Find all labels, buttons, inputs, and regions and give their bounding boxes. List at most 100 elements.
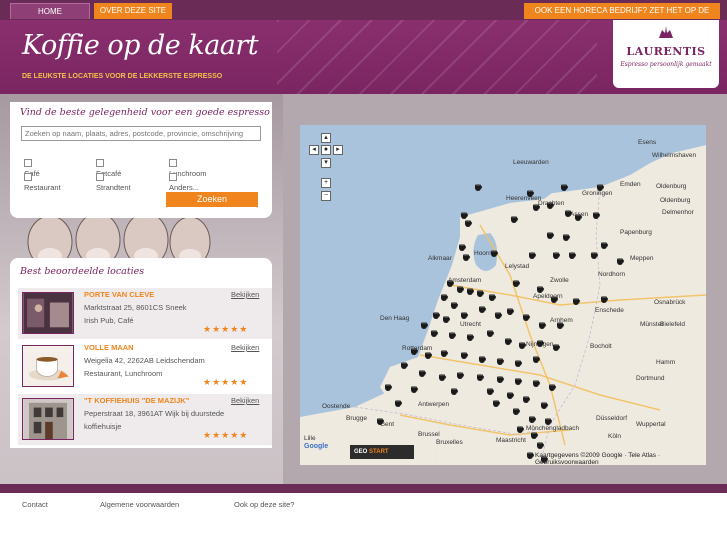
coffee-marker-icon[interactable] [546,201,555,210]
coffee-marker-icon[interactable] [464,219,473,228]
coffee-marker-icon[interactable] [590,251,599,260]
coffee-marker-icon[interactable] [440,293,449,302]
coffee-marker-icon[interactable] [600,295,609,304]
coffee-marker-icon[interactable] [478,355,487,364]
coffee-marker-icon[interactable] [432,311,441,320]
zoom-in-button[interactable]: + [321,178,331,188]
coffee-marker-icon[interactable] [394,399,403,408]
coffee-marker-icon[interactable] [430,329,439,338]
coffee-marker-icon[interactable] [486,329,495,338]
terms-link[interactable]: Algemene voorwaarden [100,500,179,509]
view-location-link[interactable]: Bekijken [231,396,259,405]
coffee-marker-icon[interactable] [478,305,487,314]
geostart-logo[interactable]: GEO START [350,445,414,459]
search-button[interactable]: Zoeken [166,192,258,207]
pan-down-icon[interactable]: ▾ [321,158,331,168]
coffee-marker-icon[interactable] [448,331,457,340]
coffee-marker-icon[interactable] [596,183,605,192]
coffee-marker-icon[interactable] [572,297,581,306]
coffee-marker-icon[interactable] [540,401,549,410]
coffee-marker-icon[interactable] [450,387,459,396]
coffee-marker-icon[interactable] [460,351,469,360]
coffee-marker-icon[interactable] [506,307,515,316]
coffee-marker-icon[interactable] [462,253,471,262]
location-photo[interactable] [22,345,74,387]
coffee-marker-icon[interactable] [526,189,535,198]
coffee-marker-icon[interactable] [488,293,497,302]
coffee-marker-icon[interactable] [474,183,483,192]
coffee-marker-icon[interactable] [616,257,625,266]
location-name[interactable]: VOLLE MAAN [84,343,134,352]
coffee-marker-icon[interactable] [518,341,527,350]
coffee-marker-icon[interactable] [492,399,501,408]
coffee-marker-icon[interactable] [400,361,409,370]
coffee-marker-icon[interactable] [560,183,569,192]
coffee-marker-icon[interactable] [438,373,447,382]
coffee-marker-icon[interactable] [522,313,531,322]
coffee-marker-icon[interactable] [532,355,541,364]
coffee-marker-icon[interactable] [526,451,535,460]
coffee-marker-icon[interactable] [514,377,523,386]
coffee-marker-icon[interactable] [446,279,455,288]
coffee-marker-icon[interactable] [512,279,521,288]
coffee-marker-icon[interactable] [544,417,553,426]
coffee-marker-icon[interactable] [490,249,499,258]
map-provider-logo[interactable]: Google [304,443,328,450]
coffee-marker-icon[interactable] [466,333,475,342]
coffee-marker-icon[interactable] [450,301,459,310]
coffee-marker-icon[interactable] [548,383,557,392]
zoom-out-button[interactable]: − [321,191,331,201]
coffee-marker-icon[interactable] [514,359,523,368]
coffee-marker-icon[interactable] [510,215,519,224]
sponsor-logo[interactable]: LAURENTIS Espresso persoonlijk gemaakt [613,20,719,88]
coffee-marker-icon[interactable] [494,311,503,320]
coffee-marker-icon[interactable] [506,391,515,400]
filter-cafe-checkbox[interactable]: Café [24,159,40,178]
coffee-marker-icon[interactable] [536,339,545,348]
coffee-marker-icon[interactable] [476,289,485,298]
site-logo[interactable]: Koffie op de kaart [22,30,259,61]
coffee-marker-icon[interactable] [456,371,465,380]
coffee-marker-icon[interactable] [600,241,609,250]
coffee-marker-icon[interactable] [536,441,545,450]
contact-link[interactable]: Contact [22,500,48,509]
coffee-marker-icon[interactable] [440,349,449,358]
coffee-marker-icon[interactable] [556,321,565,330]
coffee-marker-icon[interactable] [410,385,419,394]
coffee-marker-icon[interactable] [568,251,577,260]
coffee-marker-icon[interactable] [532,203,541,212]
coffee-marker-icon[interactable] [456,285,465,294]
coffee-marker-icon[interactable] [550,295,559,304]
tab-home[interactable]: HOME [10,3,90,19]
own-site-link[interactable]: Ook op deze site? [234,500,294,509]
coffee-marker-icon[interactable] [592,211,601,220]
coffee-marker-icon[interactable] [532,379,541,388]
coffee-marker-icon[interactable] [512,407,521,416]
coffee-marker-icon[interactable] [546,231,555,240]
coffee-marker-icon[interactable] [442,315,451,324]
coffee-marker-icon[interactable] [562,233,571,242]
coffee-marker-icon[interactable] [522,395,531,404]
view-location-link[interactable]: Bekijken [231,290,259,299]
coffee-marker-icon[interactable] [496,375,505,384]
coffee-marker-icon[interactable] [496,357,505,366]
filter-lunchroom-checkbox[interactable]: Lunchroom [169,159,207,178]
pan-left-icon[interactable]: ◂ [309,145,319,155]
coffee-marker-icon[interactable] [424,351,433,360]
filter-strandtent-checkbox[interactable]: Strandtent [96,173,131,192]
coffee-marker-icon[interactable] [564,209,573,218]
coffee-marker-icon[interactable] [384,383,393,392]
search-input[interactable] [21,126,261,141]
view-location-link[interactable]: Bekijken [231,343,259,352]
location-photo[interactable] [22,398,74,440]
coffee-marker-icon[interactable] [574,213,583,222]
coffee-marker-icon[interactable] [460,311,469,320]
pan-center-icon[interactable]: ● [321,145,331,155]
location-map[interactable]: Esens Wilhelmshaven Leeuwarden Groningen… [300,125,706,465]
coffee-marker-icon[interactable] [458,243,467,252]
coffee-marker-icon[interactable] [420,321,429,330]
tab-about[interactable]: OVER DEZE SITE [94,3,172,19]
coffee-marker-icon[interactable] [376,417,385,426]
pan-up-icon[interactable]: ▴ [321,133,331,143]
coffee-marker-icon[interactable] [504,337,513,346]
